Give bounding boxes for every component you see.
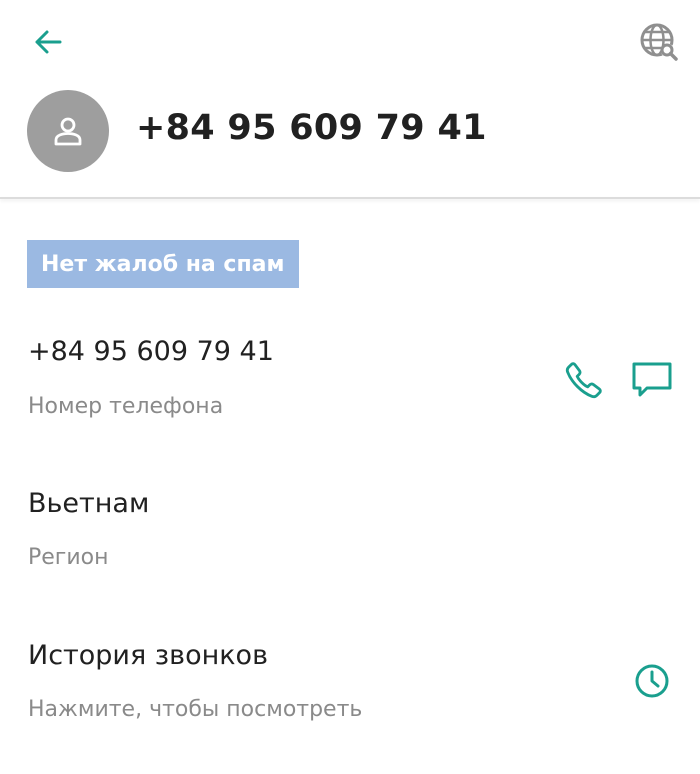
phone-number-value: +84 95 609 79 41	[28, 336, 274, 367]
call-history-title: История звонков	[28, 640, 268, 671]
page-title: +84 95 609 79 41	[136, 108, 487, 148]
web-search-button[interactable]	[632, 18, 686, 66]
call-button[interactable]	[558, 354, 610, 406]
call-history-row[interactable]: История звонков Нажмите, чтобы посмотрет…	[0, 625, 700, 735]
phone-number-label: Номер телефона	[28, 394, 224, 419]
send-message-button[interactable]	[626, 354, 678, 406]
globe-search-icon	[640, 23, 678, 61]
region-value: Вьетнам	[28, 488, 150, 519]
header-divider	[0, 197, 700, 199]
back-button[interactable]	[22, 20, 74, 64]
message-icon	[632, 362, 672, 397]
person-icon	[54, 117, 82, 146]
phone-icon	[565, 362, 602, 399]
call-history-hint: Нажмите, чтобы посмотреть	[28, 697, 363, 722]
clock-icon	[635, 664, 669, 698]
call-history-button[interactable]	[628, 657, 676, 705]
arrow-back-icon	[35, 30, 62, 54]
avatar	[27, 90, 109, 172]
spam-status-badge: Нет жалоб на спам	[27, 240, 299, 288]
region-label: Регион	[28, 545, 109, 570]
